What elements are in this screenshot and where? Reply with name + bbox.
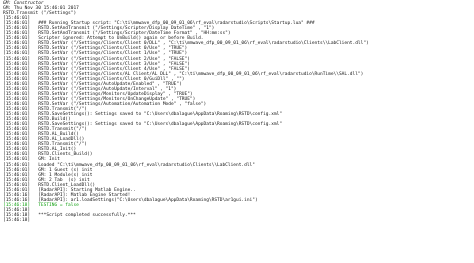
console-output[interactable]: GM: Constructor GM: Thu Nov 30 15:46:01 2… — [0, 0, 474, 263]
console-line: [15:46:18] — [3, 218, 31, 224]
